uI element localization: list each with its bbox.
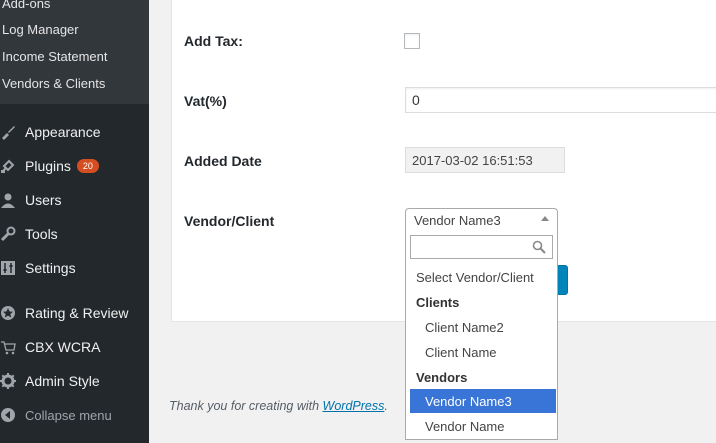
sliders-icon	[0, 260, 16, 276]
sidebar-item-admin-style[interactable]: Admin Style	[0, 366, 149, 396]
paintbrush-icon	[0, 124, 16, 140]
option-client-name[interactable]: Client Name	[410, 340, 556, 364]
sidebar-item-label: Settings	[25, 260, 76, 276]
added-date-label: Added Date	[184, 153, 262, 169]
sidebar-item-users[interactable]: Users	[0, 185, 149, 215]
footer-text: Thank you for creating with	[169, 399, 323, 413]
sidebar-item-label: Plugins	[25, 158, 71, 174]
footer-credit: Thank you for creating with WordPress.	[169, 399, 388, 413]
search-icon	[532, 240, 546, 254]
sidebar-item-rating-review[interactable]: Rating & Review	[0, 298, 149, 328]
submenu-item-addons[interactable]: Add-ons	[2, 0, 50, 11]
collapse-icon	[0, 407, 16, 423]
footer-suffix: .	[384, 399, 388, 413]
sidebar-item-label: CBX WCRA	[25, 339, 101, 355]
sidebar-item-tools[interactable]: Tools	[0, 219, 149, 249]
sidebar-item-plugins[interactable]: Plugins 20	[0, 151, 149, 181]
optgroup-clients: Clients	[416, 294, 460, 310]
add-tax-label: Add Tax:	[184, 33, 243, 49]
vendor-client-select[interactable]: Vendor Name3	[405, 208, 558, 232]
added-date-field: 2017-03-02 16:51:53	[405, 147, 565, 173]
add-tax-checkbox[interactable]	[404, 33, 420, 49]
wordpress-link[interactable]: WordPress	[323, 399, 385, 413]
vat-input[interactable]: 0	[405, 87, 716, 113]
option-vendor-name[interactable]: Vendor Name	[410, 414, 556, 438]
gear-icon	[0, 373, 16, 389]
submenu: Add-ons Log Manager Income Statement Ven…	[0, 0, 149, 104]
sidebar-item-label: Rating & Review	[25, 305, 129, 321]
option-client-name2[interactable]: Client Name2	[410, 315, 556, 339]
sidebar-item-label: Collapse menu	[25, 407, 112, 423]
sidebar-item-label: Admin Style	[25, 373, 100, 389]
admin-sidebar: Add-ons Log Manager Income Statement Ven…	[0, 0, 149, 443]
sidebar-item-cbx-wcra[interactable]: CBX WCRA	[0, 332, 149, 362]
sidebar-item-label: Tools	[25, 226, 58, 242]
sidebar-item-settings[interactable]: Settings	[0, 253, 149, 283]
plugin-icon	[0, 158, 16, 174]
dropdown-search-input[interactable]	[410, 235, 553, 259]
submenu-item-income-statement[interactable]: Income Statement	[2, 49, 108, 64]
optgroup-vendors: Vendors	[416, 369, 468, 385]
option-vendor-name3[interactable]: Vendor Name3	[410, 389, 556, 413]
collapse-menu-button[interactable]: Collapse menu	[0, 400, 149, 430]
users-icon	[0, 192, 16, 208]
cart-icon	[0, 339, 16, 355]
star-icon	[0, 305, 16, 321]
submenu-item-log-manager[interactable]: Log Manager	[2, 22, 79, 37]
option-select-vendor-client[interactable]: Select Vendor/Client	[410, 265, 556, 289]
sidebar-item-appearance[interactable]: Appearance	[0, 117, 149, 147]
selected-value: Vendor Name3	[414, 213, 501, 228]
sidebar-item-label: Users	[25, 192, 62, 208]
vat-label: Vat(%)	[184, 93, 227, 109]
submenu-item-vendors-clients[interactable]: Vendors & Clients	[2, 76, 105, 91]
plugins-update-badge: 20	[76, 159, 99, 173]
wrench-icon	[0, 226, 16, 242]
vendor-client-label: Vendor/Client	[184, 213, 275, 229]
vendor-client-dropdown: Select Vendor/Client Clients Client Name…	[405, 231, 558, 440]
chevron-up-icon	[541, 216, 549, 221]
sidebar-item-label: Appearance	[25, 124, 101, 140]
